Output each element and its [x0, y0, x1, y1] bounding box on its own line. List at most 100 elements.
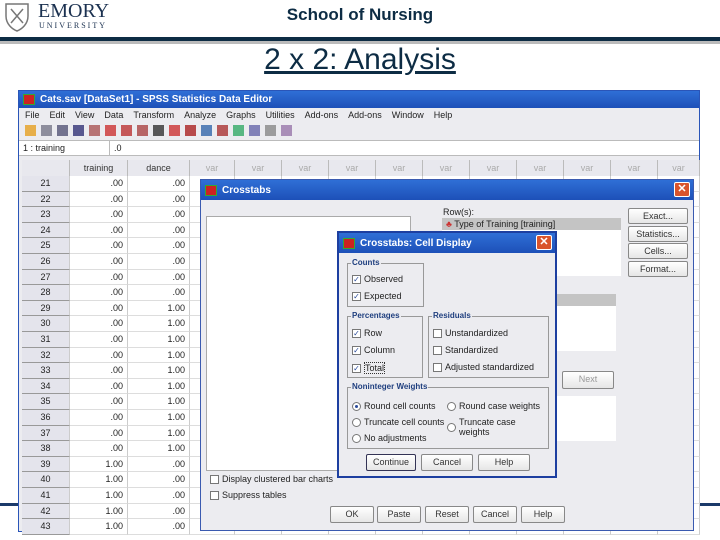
format-button[interactable]: Format... [628, 260, 688, 277]
data-cell-dance[interactable]: .00 [128, 503, 190, 520]
toolbar-icon[interactable] [137, 125, 148, 136]
data-cell-dance[interactable]: .00 [128, 254, 190, 270]
row-header[interactable]: 34 [22, 378, 70, 395]
data-cell-training[interactable]: .00 [70, 300, 128, 317]
help-button[interactable]: Help [478, 454, 530, 471]
data-cell-dance[interactable]: 1.00 [128, 441, 190, 457]
row-header[interactable]: 40 [22, 472, 70, 488]
data-cell-training[interactable]: .00 [70, 441, 128, 457]
row-header[interactable]: 42 [22, 503, 70, 520]
row-header[interactable]: 28 [22, 285, 70, 301]
data-cell-training[interactable]: .00 [70, 378, 128, 395]
row-header[interactable]: 29 [22, 300, 70, 317]
ok-button[interactable]: OK [330, 506, 374, 523]
toolbar-icon[interactable] [249, 125, 260, 136]
column-header[interactable]: training [70, 160, 128, 176]
data-cell-dance[interactable]: .00 [128, 191, 190, 208]
no-adjustments-radio[interactable]: No adjustments [352, 433, 427, 443]
observed-checkbox[interactable]: ✓ Observed [352, 274, 403, 284]
toolbar-icon[interactable] [169, 125, 180, 136]
menu-item[interactable]: File [25, 110, 40, 121]
expected-checkbox[interactable]: ✓ Expected [352, 291, 402, 301]
reset-button[interactable]: Reset [425, 506, 469, 523]
row-header[interactable]: 38 [22, 441, 70, 457]
row-header[interactable]: 30 [22, 316, 70, 332]
row-header[interactable]: 32 [22, 347, 70, 364]
toolbar-icon[interactable] [233, 125, 244, 136]
data-cell-dance[interactable]: 1.00 [128, 410, 190, 426]
data-cell-training[interactable]: .00 [70, 176, 128, 192]
row-header[interactable]: 43 [22, 519, 70, 535]
data-cell-dance[interactable]: 1.00 [128, 316, 190, 332]
column-header[interactable]: var [376, 160, 423, 176]
toolbar-icon[interactable] [105, 125, 116, 136]
toolbar-icon[interactable] [281, 125, 292, 136]
data-cell-dance[interactable]: .00 [128, 238, 190, 254]
data-cell-dance[interactable]: 1.00 [128, 300, 190, 317]
menu-item[interactable]: Utilities [266, 110, 295, 121]
data-cell-training[interactable]: .00 [70, 207, 128, 223]
toolbar-icon[interactable] [89, 125, 100, 136]
data-cell-training[interactable]: .00 [70, 410, 128, 426]
data-cell-dance[interactable]: .00 [128, 472, 190, 488]
data-cell-training[interactable]: 1.00 [70, 472, 128, 488]
toolbar-icon[interactable] [121, 125, 132, 136]
column-header[interactable]: var [329, 160, 376, 176]
statistics-button[interactable]: Statistics... [628, 225, 688, 242]
column-checkbox[interactable]: ✓ Column [352, 345, 395, 355]
exact-button[interactable]: Exact... [628, 208, 688, 224]
row-header[interactable]: 41 [22, 488, 70, 504]
toolbar-icon[interactable] [73, 125, 84, 136]
toolbar-icon[interactable] [41, 125, 52, 136]
row-header[interactable]: 39 [22, 456, 70, 473]
total-checkbox[interactable]: ✓ Total [352, 362, 386, 374]
data-cell-dance[interactable]: .00 [128, 456, 190, 473]
data-cell-dance[interactable]: 1.00 [128, 363, 190, 379]
data-cell-dance[interactable]: .00 [128, 222, 190, 239]
cells-button[interactable]: Cells... [628, 243, 688, 259]
data-cell-training[interactable]: .00 [70, 316, 128, 332]
data-cell-training[interactable]: .00 [70, 285, 128, 301]
data-cell-training[interactable]: 1.00 [70, 456, 128, 473]
toolbar-icon[interactable] [201, 125, 212, 136]
data-cell-dance[interactable]: 1.00 [128, 332, 190, 348]
menu-item[interactable]: Analyze [184, 110, 216, 121]
toolbar-icon[interactable] [265, 125, 276, 136]
menu-item[interactable]: View [75, 110, 94, 121]
data-cell-training[interactable]: .00 [70, 191, 128, 208]
data-cell-dance[interactable]: 1.00 [128, 425, 190, 442]
column-header[interactable]: var [564, 160, 611, 176]
truncate-case-weights-radio[interactable]: Truncate case weights [447, 417, 548, 437]
truncate-cell-counts-radio[interactable]: Truncate cell counts [352, 417, 444, 427]
menu-item[interactable]: Data [104, 110, 123, 121]
data-cell-dance[interactable]: .00 [128, 488, 190, 504]
round-cell-counts-radio[interactable]: Round cell counts [352, 401, 436, 411]
toolbar-icon[interactable] [185, 125, 196, 136]
row-header[interactable]: 22 [22, 191, 70, 208]
menu-item[interactable]: Add-ons [348, 110, 382, 121]
data-cell-dance[interactable]: .00 [128, 519, 190, 535]
menu-item[interactable]: Add-ons [305, 110, 339, 121]
row-header[interactable]: 25 [22, 238, 70, 254]
row-header[interactable]: 37 [22, 425, 70, 442]
row-header[interactable]: 27 [22, 269, 70, 286]
data-cell-training[interactable]: .00 [70, 332, 128, 348]
column-header[interactable]: var [282, 160, 329, 176]
data-cell-dance[interactable]: .00 [128, 176, 190, 192]
row-header[interactable]: 24 [22, 222, 70, 239]
data-cell-training[interactable]: 1.00 [70, 503, 128, 520]
help-button[interactable]: Help [521, 506, 565, 523]
column-header[interactable]: var [611, 160, 658, 176]
toolbar-icon[interactable] [25, 125, 36, 136]
row-header[interactable]: 21 [22, 176, 70, 192]
data-cell-training[interactable]: .00 [70, 425, 128, 442]
menu-item[interactable]: Transform [133, 110, 174, 121]
column-header[interactable]: var [235, 160, 282, 176]
data-cell-training[interactable]: .00 [70, 238, 128, 254]
row-header[interactable]: 36 [22, 410, 70, 426]
close-icon[interactable]: ✕ [674, 182, 690, 197]
menu-item[interactable]: Graphs [226, 110, 256, 121]
toolbar-icon[interactable] [217, 125, 228, 136]
data-cell-training[interactable]: .00 [70, 269, 128, 286]
data-cell-training[interactable]: .00 [70, 222, 128, 239]
